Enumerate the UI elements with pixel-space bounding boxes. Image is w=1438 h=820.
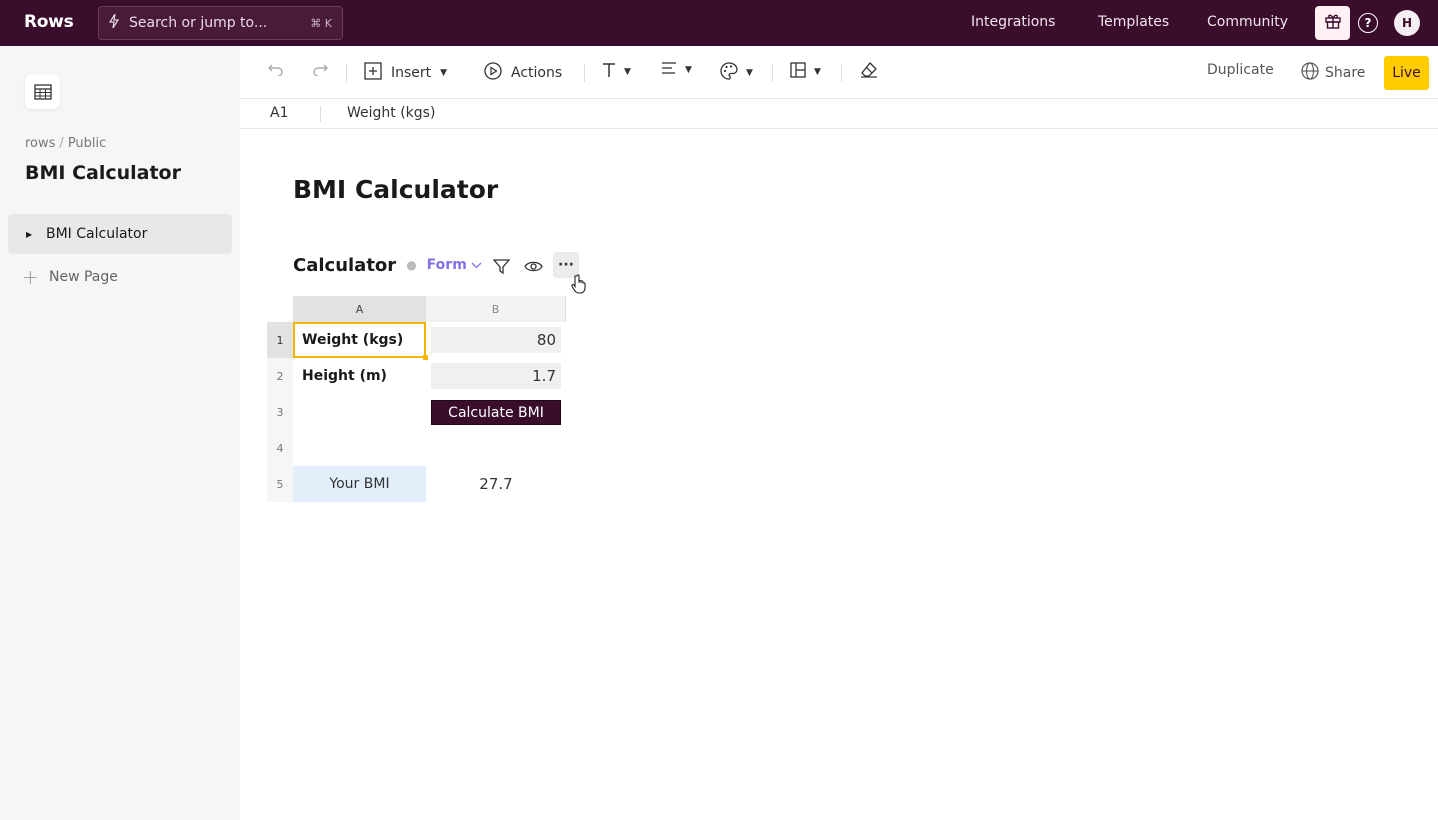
row-header-3[interactable]: 3 (267, 394, 293, 430)
layout-icon (790, 62, 806, 82)
column-header-b[interactable]: B (426, 296, 566, 322)
sidebar-title: BMI Calculator (25, 162, 181, 184)
gift-icon (1324, 12, 1342, 34)
cell-a3[interactable] (293, 394, 426, 430)
top-bar: Rows Search or jump to... ⌘ K Integratio… (0, 0, 1438, 46)
redo-icon (312, 62, 328, 80)
rows-logo[interactable]: Rows (24, 12, 74, 32)
layout-button[interactable]: ▼ (790, 62, 821, 82)
share-button[interactable]: Share (1301, 62, 1365, 84)
nav-link-community[interactable]: Community (1207, 14, 1288, 30)
insert-label: Insert (391, 65, 432, 81)
table-name[interactable]: Calculator (293, 255, 396, 276)
cell-b4[interactable] (431, 430, 561, 466)
caret-right-icon[interactable]: ▶ (26, 230, 46, 239)
nav-link-integrations[interactable]: Integrations (971, 14, 1055, 30)
align-button[interactable]: ▼ (661, 62, 692, 78)
redo-button[interactable] (312, 62, 328, 80)
divider (841, 64, 842, 82)
caret-down-icon: ▼ (746, 68, 753, 78)
page-title[interactable]: BMI Calculator (293, 175, 498, 204)
input-cell-b1[interactable]: 80 (431, 327, 561, 353)
cell-a4[interactable] (293, 430, 426, 466)
more-icon: ··· (558, 257, 574, 273)
caret-down-icon: ▼ (814, 67, 821, 77)
divider (772, 64, 773, 82)
divider (320, 106, 321, 122)
actions-button[interactable]: Actions (484, 62, 562, 84)
view-selector[interactable]: Form (427, 257, 467, 273)
play-icon (484, 62, 502, 84)
gift-button[interactable] (1315, 6, 1350, 40)
insert-plus-icon (364, 62, 382, 84)
cell-a1[interactable]: Weight (kgs) (293, 322, 426, 358)
input-cell-b2[interactable]: 1.7 (431, 363, 561, 389)
bmi-result-cell[interactable]: 27.7 (431, 466, 561, 502)
eye-icon[interactable] (523, 256, 543, 276)
text-format-button[interactable]: ▼ (602, 62, 631, 82)
hand-cursor-icon (571, 274, 589, 298)
caret-down-icon: ▼ (685, 65, 692, 75)
calculate-bmi-button[interactable]: Calculate BMI (431, 400, 561, 425)
divider (584, 64, 585, 82)
row-header-2[interactable]: 2 (267, 358, 293, 394)
share-label: Share (1325, 65, 1366, 81)
actions-label: Actions (511, 65, 563, 81)
undo-button[interactable] (268, 62, 284, 80)
cell-a2[interactable]: Height (m) (293, 358, 426, 394)
new-page-label: New Page (49, 269, 118, 285)
text-format-icon (602, 62, 616, 82)
bolt-icon (108, 13, 123, 32)
help-icon[interactable]: ? (1358, 13, 1378, 33)
palette-icon (720, 62, 738, 84)
globe-icon (1301, 62, 1319, 84)
spreadsheet-icon[interactable] (25, 74, 60, 109)
toolbar: Insert ▼ Actions ▼ ▼ ▼ ▼ Duplicate Share… (240, 46, 1438, 99)
insert-button[interactable]: Insert ▼ (364, 62, 447, 84)
nav-link-templates[interactable]: Templates (1098, 14, 1169, 30)
search-box[interactable]: Search or jump to... ⌘ K (98, 6, 343, 40)
undo-icon (268, 62, 284, 80)
align-left-icon (661, 62, 677, 78)
formula-input[interactable]: Weight (kgs) (347, 105, 435, 121)
breadcrumb-item[interactable]: rows (25, 136, 55, 151)
clear-format-button[interactable] (860, 62, 878, 82)
row-header-1[interactable]: 1 (267, 322, 293, 358)
cell-a5[interactable]: Your BMI (293, 466, 426, 502)
sidebar-item-bmi-calculator[interactable]: ▶ BMI Calculator (8, 214, 232, 254)
eraser-icon (860, 62, 878, 82)
caret-down-icon: ▼ (624, 67, 631, 77)
sidebar-item-label: BMI Calculator (46, 226, 148, 242)
breadcrumb-item[interactable]: Public (68, 136, 106, 151)
row-header-4[interactable]: 4 (267, 430, 293, 466)
breadcrumb: rows / Public (25, 136, 107, 151)
filter-icon[interactable] (491, 256, 511, 276)
cell-reference[interactable]: A1 (270, 105, 288, 121)
divider (346, 64, 347, 82)
row-header-5[interactable]: 5 (267, 466, 293, 502)
formula-bar: A1 Weight (kgs) (240, 99, 1438, 129)
search-placeholder: Search or jump to... (129, 15, 268, 31)
table-header: Calculator ● Form (293, 253, 482, 277)
sidebar: rows / Public BMI Calculator ▶ BMI Calcula… (0, 46, 240, 820)
plus-icon: + (22, 265, 39, 289)
color-button[interactable]: ▼ (720, 62, 753, 84)
live-button[interactable]: Live (1384, 56, 1429, 90)
caret-down-icon: ▼ (440, 68, 448, 78)
duplicate-button[interactable]: Duplicate (1207, 62, 1274, 78)
avatar[interactable]: H (1394, 10, 1420, 36)
new-page-button[interactable]: + New Page (22, 264, 118, 290)
dot-separator: ● (406, 258, 417, 272)
chevron-down-icon[interactable] (471, 259, 482, 272)
search-shortcut: ⌘ K (310, 16, 332, 30)
column-header-a[interactable]: A (293, 296, 426, 322)
